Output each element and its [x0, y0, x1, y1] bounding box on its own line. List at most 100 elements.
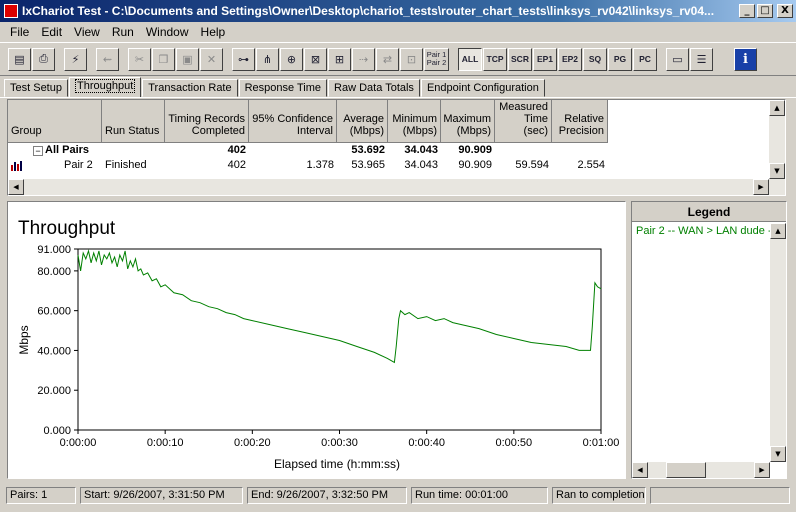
filter-scr-button[interactable]: SCR: [508, 47, 532, 71]
grid-scroll-right-icon[interactable]: ▶: [753, 179, 769, 195]
y-tick-label: 80.000: [37, 266, 71, 278]
results-tabs: Test Setup Throughput Transaction Rate R…: [4, 77, 546, 97]
legend-scroll-down-icon[interactable]: ▼: [770, 446, 786, 462]
edit-pair-icon[interactable]: ⇢: [352, 47, 375, 71]
y-tick-label: 60.000: [37, 306, 71, 318]
col-header-run-status[interactable]: Run Status: [102, 100, 165, 143]
throughput-chart-panel: Throughput Mbps Elapsed time (h:mm:ss) 0…: [7, 201, 626, 479]
legend-vertical-scrollbar[interactable]: ▲ ▼: [770, 223, 786, 462]
legend-entry-pair-2[interactable]: Pair 2 -- WAN > LAN dude -: [632, 222, 770, 240]
status-pairs: Pairs: 1: [6, 487, 76, 504]
pair-properties-icon[interactable]: ⊡: [400, 47, 423, 71]
legend-scroll-right-icon[interactable]: ▶: [754, 462, 770, 478]
pair-measured-time: 59.594: [515, 159, 549, 171]
filter-pg-button[interactable]: PG: [608, 47, 632, 71]
menu-window[interactable]: Window: [140, 25, 195, 39]
menu-file[interactable]: File: [4, 25, 35, 39]
filter-pc-button[interactable]: PC: [633, 47, 657, 71]
all-pairs-label: All Pairs: [45, 144, 90, 156]
col-header-minimum[interactable]: Minimum (Mbps): [388, 100, 441, 143]
pair-minimum: 34.043: [404, 159, 438, 171]
maximize-button[interactable]: □: [757, 4, 773, 18]
col-header-timing-records[interactable]: Timing Records Completed: [165, 100, 249, 143]
minimize-button[interactable]: _: [739, 4, 755, 18]
menu-help[interactable]: Help: [195, 25, 232, 39]
x-tick-label: 0:00:00: [60, 437, 97, 449]
tab-raw-data-totals[interactable]: Raw Data Totals: [328, 79, 420, 97]
col-header-average[interactable]: Average (Mbps): [337, 100, 388, 143]
add-hardware-pair-icon[interactable]: ⊕: [280, 47, 303, 71]
all-pairs-maximum: 90.909: [458, 144, 492, 156]
grid-vertical-scrollbar[interactable]: ▲ ▼: [769, 100, 785, 195]
filter-ep2-button[interactable]: EP2: [558, 47, 582, 71]
tile-windows-icon[interactable]: ▭: [666, 47, 689, 71]
delete-icon[interactable]: ✕: [200, 47, 223, 71]
x-tick-label: 0:00:20: [234, 437, 271, 449]
filter-sq-button[interactable]: SQ: [583, 47, 607, 71]
col-header-maximum[interactable]: Maximum (Mbps): [441, 100, 495, 143]
tab-test-setup[interactable]: Test Setup: [4, 79, 68, 97]
stop-test-icon[interactable]: ⇜: [96, 47, 119, 71]
filter-all-button[interactable]: ALL: [458, 47, 482, 71]
tab-response-time[interactable]: Response Time: [238, 79, 328, 97]
pair-maximum: 90.909: [458, 159, 492, 171]
copy-icon[interactable]: ❐: [152, 47, 175, 71]
add-pair-icon[interactable]: ⊶: [232, 47, 255, 71]
grid-scroll-left-icon[interactable]: ◀: [8, 179, 24, 195]
legend-scroll-thumb[interactable]: [666, 462, 706, 478]
table-row-all-pairs[interactable]: − All Pairs 402 53.692 34.043 90.909: [8, 143, 495, 158]
pair-group-icon[interactable]: ⊠: [304, 47, 327, 71]
pair-confidence-interval: 1.378: [306, 159, 334, 171]
list-view-icon[interactable]: ☰: [690, 47, 713, 71]
y-tick-label: 40.000: [37, 345, 71, 357]
status-end-time: End: 9/26/2007, 3:32:50 PM: [247, 487, 407, 504]
ixchariot-app-icon[interactable]: [4, 4, 18, 18]
save-icon[interactable]: ▤: [8, 47, 31, 71]
menu-run[interactable]: Run: [106, 25, 140, 39]
close-button[interactable]: X: [777, 4, 793, 18]
grid-scroll-up-icon[interactable]: ▲: [769, 100, 785, 116]
help-info-icon[interactable]: i: [734, 47, 757, 71]
legend-scroll-up-icon[interactable]: ▲: [770, 223, 786, 239]
print-icon[interactable]: ⎙: [32, 47, 55, 71]
pair-run-status: Finished: [105, 159, 147, 171]
menu-bar: File Edit View Run Window Help: [0, 22, 796, 41]
col-header-relative-precision[interactable]: Relative Precision: [552, 100, 608, 143]
add-multicast-pair-icon[interactable]: ⋔: [256, 47, 279, 71]
series-line-pair-2: [77, 249, 602, 364]
table-row-pair-2[interactable]: Pair 2 Finished 402 1.378 53.965 34.043 …: [8, 158, 608, 173]
menu-view[interactable]: View: [68, 25, 106, 39]
run-test-icon[interactable]: ⚡: [64, 47, 87, 71]
pair-average: 53.965: [351, 159, 385, 171]
y-axis-label: Mbps: [17, 325, 31, 354]
col-header-confidence-interval[interactable]: 95% Confidence Interval: [249, 100, 337, 143]
col-header-group[interactable]: Group: [8, 100, 102, 143]
collapse-all-pairs-icon[interactable]: −: [33, 145, 43, 156]
pair-list-icon[interactable]: ⊞: [328, 47, 351, 71]
cut-icon[interactable]: ✂: [128, 47, 151, 71]
x-tick-label: 0:00:40: [408, 437, 445, 449]
title-bar: IxChariot Test - C:\Documents and Settin…: [0, 0, 796, 22]
y-tick-label: 0.000: [43, 425, 71, 437]
menu-edit[interactable]: Edit: [35, 25, 68, 39]
tab-endpoint-configuration[interactable]: Endpoint Configuration: [420, 79, 545, 97]
swap-endpoints-icon[interactable]: ⇄: [376, 47, 399, 71]
filter-tcp-button[interactable]: TCP: [483, 47, 507, 71]
pair-chart-icon: [11, 160, 22, 171]
grid-horizontal-scrollbar[interactable]: ◀ ▶: [8, 179, 769, 195]
tab-throughput[interactable]: Throughput: [68, 77, 142, 97]
pair-1-pair-2-button[interactable]: Pair 1 Pair 2: [424, 47, 449, 71]
tab-transaction-rate[interactable]: Transaction Rate: [142, 79, 238, 97]
col-header-measured-time[interactable]: Measured Time (sec): [495, 100, 552, 143]
tab-throughput-label: Throughput: [74, 79, 136, 93]
status-start-time: Start: 9/26/2007, 3:31:50 PM: [80, 487, 243, 504]
y-tick-label: 20.000: [37, 385, 71, 397]
legend-scroll-left-icon[interactable]: ◀: [632, 462, 648, 478]
x-tick-label: 0:00:10: [147, 437, 184, 449]
filter-ep1-button[interactable]: EP1: [533, 47, 557, 71]
legend-panel: Legend Pair 2 -- WAN > LAN dude - ◀ ▶ ▲ …: [631, 201, 787, 479]
window-title: IxChariot Test - C:\Documents and Settin…: [22, 4, 715, 18]
legend-horizontal-scrollbar[interactable]: ◀ ▶: [632, 462, 770, 478]
paste-icon[interactable]: ▣: [176, 47, 199, 71]
grid-scroll-down-icon[interactable]: ▼: [769, 163, 785, 179]
